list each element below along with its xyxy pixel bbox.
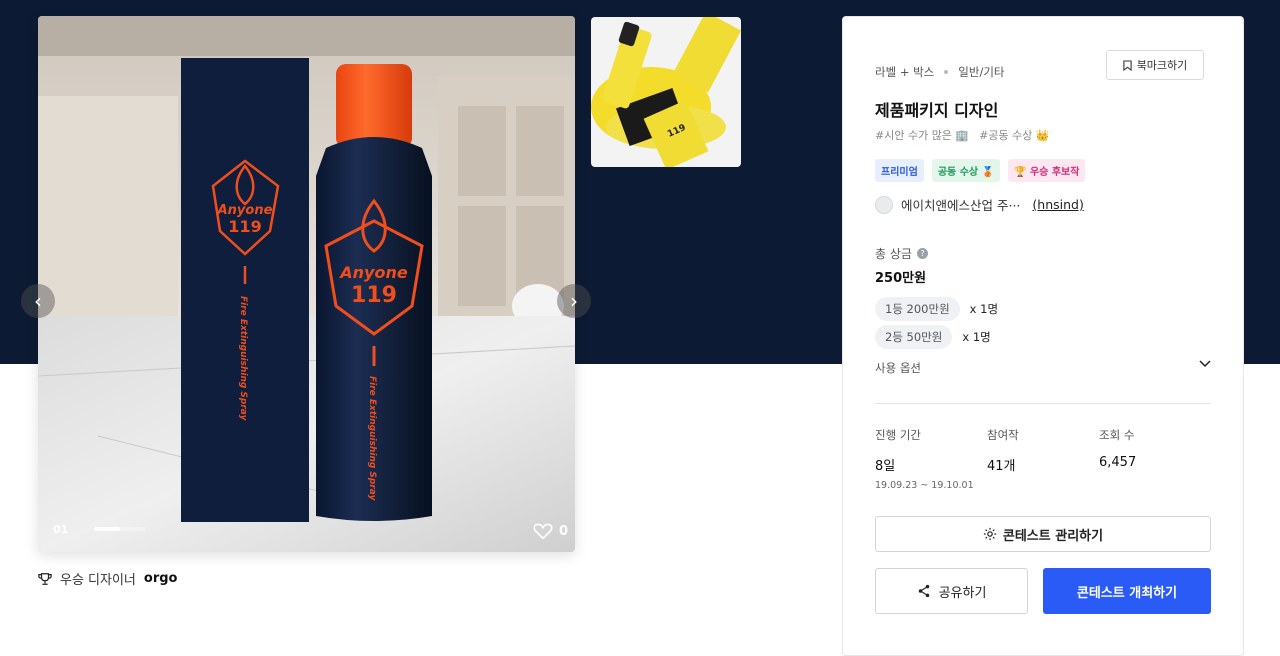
trophy-icon: [38, 572, 52, 585]
stat-value: 6,457: [1099, 455, 1137, 470]
host-company[interactable]: 에이치앤에스산업 주··· (hnsind): [875, 195, 1084, 214]
like-count: 0: [559, 523, 569, 539]
separator-dot: [944, 70, 949, 74]
like-button[interactable]: 0: [533, 522, 568, 540]
svg-text:119: 119: [351, 283, 397, 308]
contest-title: 제품패키지 디자인: [875, 101, 999, 120]
svg-text:119: 119: [228, 217, 261, 236]
bookmark-label: 북마크하기: [1136, 59, 1188, 72]
usage-options-toggle[interactable]: 사용 옵션: [875, 360, 1211, 376]
category-breadcrumb: 라벨 + 박스 일반/기타: [875, 64, 1004, 80]
svg-text:Fire Extinguishing Spray: Fire Extinguishing Spray: [367, 376, 377, 502]
stat-label: 진행 기간: [875, 428, 921, 442]
tag-item[interactable]: #시안 수가 많은 🏢: [875, 127, 969, 143]
host-label: 콘테스트 개최하기: [1076, 585, 1178, 601]
company-avatar: [875, 195, 893, 214]
gear-icon: [983, 527, 997, 541]
share-label: 공유하기: [938, 585, 987, 601]
manage-contest-button[interactable]: 콘테스트 관리하기: [875, 516, 1211, 552]
share-button[interactable]: 공유하기: [875, 568, 1028, 614]
slide-index: 01: [53, 523, 69, 536]
chevron-left-icon: ‹: [34, 289, 42, 313]
host-contest-button[interactable]: 콘테스트 개최하기: [1043, 568, 1211, 614]
slide-progress-bar: [94, 527, 146, 531]
tag-item[interactable]: #공동 수상 👑: [979, 127, 1049, 143]
stat-dates: 19.09.23 ~ 19.10.01: [875, 480, 974, 491]
badge-list: 프리미엄 공동 수상 🥉 🏆 우승 후보작: [875, 159, 1086, 182]
category-primary[interactable]: 라벨 + 박스: [875, 64, 934, 80]
bookmark-icon: [1123, 59, 1132, 71]
chevron-down-icon: [1199, 360, 1211, 368]
prize-rank: 2등 50만원: [875, 325, 953, 349]
stat-label: 참여작: [987, 428, 1019, 442]
thumbnail-image[interactable]: 119: [591, 17, 741, 167]
winner-candidate-badge: 🏆 우승 후보작: [1008, 159, 1086, 182]
category-secondary[interactable]: 일반/기타: [958, 64, 1004, 80]
winner-label: 우승 디자이너: [60, 573, 136, 588]
tag-list: #시안 수가 많은 🏢 #공동 수상 👑: [875, 127, 1050, 143]
stat-value: 41개: [987, 459, 1016, 474]
heart-icon: [533, 523, 553, 540]
slide-progress-fill: [94, 527, 120, 531]
help-icon[interactable]: ?: [916, 248, 928, 259]
stat-period: 진행 기간 8일 19.09.23 ~ 19.10.01: [875, 427, 974, 491]
usage-label: 사용 옵션: [875, 361, 921, 375]
prize-label: 총 상금: [875, 247, 912, 261]
prize-total: 250만원: [875, 271, 927, 286]
svg-text:Fire Extinguishing Spray: Fire Extinguishing Spray: [238, 296, 248, 422]
stat-label: 조회 수: [1099, 428, 1135, 442]
main-product-image[interactable]: Anyone 119 Fire Extinguishing Spray Anyo…: [38, 16, 575, 552]
bookmark-button[interactable]: 북마크하기: [1106, 50, 1204, 80]
manage-label: 콘테스트 관리하기: [1002, 528, 1104, 544]
prize-row: 1등 200만원 x 1명: [875, 297, 998, 321]
thumbnail-illustration: 119: [591, 17, 741, 167]
prize-label-row: 총 상금 ?: [875, 245, 928, 262]
svg-text:Anyone: Anyone: [338, 263, 408, 282]
prize-count: x 1명: [962, 330, 991, 344]
co-winner-badge: 공동 수상 🥉: [931, 159, 1001, 182]
premium-badge: 프리미엄: [875, 159, 924, 182]
stat-views: 조회 수 6,457: [1099, 427, 1136, 470]
winner-name[interactable]: orgo: [144, 571, 178, 586]
chevron-right-icon: ›: [570, 289, 578, 313]
prev-slide-button[interactable]: ‹: [21, 284, 55, 318]
contest-info-panel: 라벨 + 박스 일반/기타 북마크하기 제품패키지 디자인 #시안 수가 많은 …: [842, 16, 1244, 656]
stat-value: 8일: [875, 459, 896, 474]
divider: [875, 403, 1211, 404]
prize-count: x 1명: [969, 302, 999, 316]
share-icon: [918, 584, 929, 598]
prize-row: 2등 50만원 x 1명: [875, 325, 991, 349]
prize-rank: 1등 200만원: [875, 297, 960, 321]
company-name: 에이치앤에스산업 주···: [901, 198, 1021, 213]
company-handle[interactable]: (hnsind): [1032, 197, 1083, 212]
svg-text:Anyone: Anyone: [217, 203, 273, 218]
winner-designer: 우승 디자이너 orgo: [38, 569, 178, 588]
stat-entries: 참여작 41개: [987, 427, 1019, 474]
product-illustration: Anyone 119 Fire Extinguishing Spray Anyo…: [38, 16, 575, 552]
next-slide-button[interactable]: ›: [557, 284, 591, 318]
